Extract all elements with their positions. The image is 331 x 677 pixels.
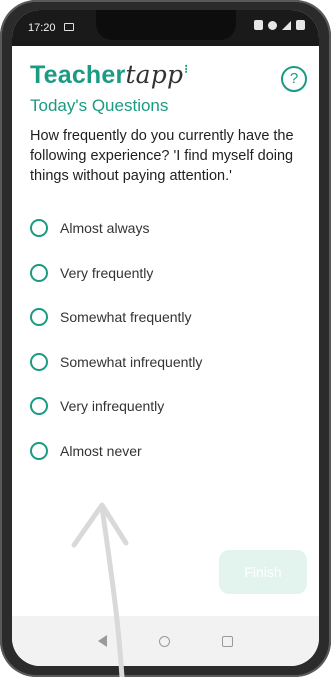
status-icons: [254, 20, 305, 30]
radio-button[interactable]: [30, 441, 48, 460]
option-label: Very frequently: [60, 264, 154, 281]
status-time: 17:20: [28, 22, 56, 34]
option-somewhat-infrequently[interactable]: Somewhat infrequently: [30, 340, 300, 385]
option-very-frequently[interactable]: Very frequently: [30, 251, 300, 296]
radio-button[interactable]: [30, 263, 48, 282]
option-label: Somewhat infrequently: [60, 353, 203, 370]
logo-spark-icon: ⁝: [184, 62, 189, 76]
teachertapp-logo: Teachertapp⁝: [30, 60, 189, 90]
status-bar: 17:20: [12, 10, 319, 46]
help-button[interactable]: ?: [281, 66, 307, 92]
option-almost-never[interactable]: Almost never: [30, 429, 300, 474]
option-almost-always[interactable]: Almost always: [30, 206, 300, 251]
radio-button[interactable]: [30, 308, 48, 327]
answer-options: Almost always Very frequently Somewhat f…: [30, 206, 300, 473]
radio-button[interactable]: [30, 352, 48, 371]
signal-icon: [282, 20, 291, 30]
gallery-icon: [64, 23, 74, 31]
phone-frame: 17:20 Teachertapp⁝ ? Today's Questions H…: [0, 0, 331, 677]
option-label: Somewhat frequently: [60, 309, 192, 326]
page-title: Today's Questions: [30, 96, 169, 115]
app-screen: 17:20 Teachertapp⁝ ? Today's Questions H…: [12, 10, 319, 666]
option-very-infrequently[interactable]: Very infrequently: [30, 384, 300, 429]
radio-button[interactable]: [30, 397, 48, 416]
battery-icon: [296, 20, 305, 30]
question-text: How frequently do you currently have the…: [30, 128, 294, 184]
android-nav-bar: [12, 616, 319, 666]
logo-text-tapp: tapp: [125, 60, 184, 89]
nfc-icon: [254, 20, 263, 30]
home-icon[interactable]: [159, 635, 170, 647]
camera-notch: [96, 10, 236, 40]
recent-apps-icon[interactable]: [222, 635, 233, 647]
option-label: Almost always: [60, 220, 150, 237]
logo-text-teacher: Teacher: [30, 61, 126, 89]
arrow-overlay-icon: [71, 502, 129, 677]
option-label: Very infrequently: [60, 398, 165, 415]
option-label: Almost never: [60, 442, 142, 459]
radio-button[interactable]: [30, 219, 48, 238]
vibrate-icon: [268, 20, 277, 30]
option-somewhat-frequently[interactable]: Somewhat frequently: [30, 295, 300, 340]
finish-button[interactable]: Finish: [219, 550, 307, 594]
